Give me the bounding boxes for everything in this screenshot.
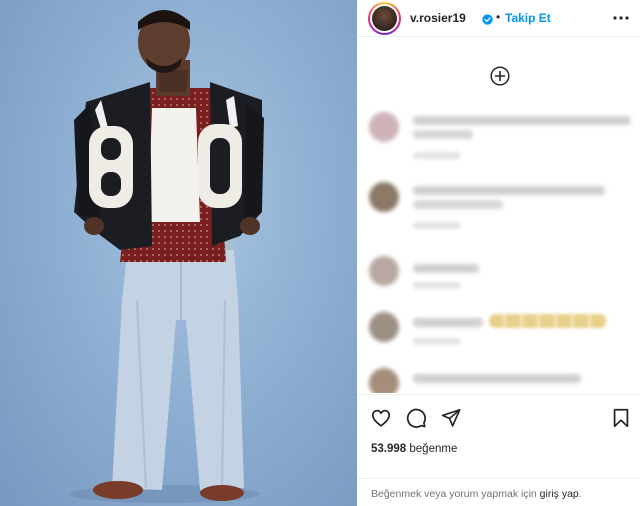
comment-item — [369, 368, 631, 393]
login-link[interactable]: giriş yap — [540, 488, 579, 500]
follow-button[interactable]: Takip Et — [505, 11, 551, 25]
bookmark-icon[interactable] — [610, 407, 632, 429]
emoji-row — [489, 314, 607, 328]
share-icon[interactable] — [440, 407, 462, 429]
login-prompt-text: Beğenmek veya yorum yapmak için — [371, 488, 537, 500]
comments-list — [357, 38, 640, 393]
separator-dot: • — [496, 10, 501, 24]
verified-badge-icon — [482, 12, 493, 25]
comment-item — [369, 182, 631, 232]
likes-count[interactable]: 53.998 beğenme — [371, 443, 457, 455]
post-photo[interactable] — [0, 0, 357, 506]
action-bar — [357, 394, 640, 434]
comment-item — [369, 312, 631, 362]
commenter-avatar[interactable] — [369, 182, 399, 212]
avatar-image — [372, 6, 397, 31]
commenter-avatar[interactable] — [369, 312, 399, 342]
comment-item — [369, 256, 631, 306]
comment-item — [369, 112, 631, 162]
username-link[interactable]: v.rosier19 — [410, 11, 466, 25]
post-header: v.rosier19 • Takip Et — [357, 0, 640, 37]
likes-label: beğenme — [409, 443, 458, 455]
login-prompt: Beğenmek veya yorum yapmak için giriş ya… — [357, 478, 640, 506]
avatar[interactable] — [368, 2, 401, 35]
comment-icon[interactable] — [405, 407, 427, 429]
commenter-avatar[interactable] — [369, 368, 399, 393]
commenter-avatar[interactable] — [369, 256, 399, 286]
login-prompt-suffix: . — [578, 488, 582, 500]
post-side-panel: v.rosier19 • Takip Et 53.998 beğenme Beğ… — [357, 0, 640, 506]
commenter-avatar[interactable] — [369, 112, 399, 142]
likes-number: 53.998 — [371, 443, 407, 455]
heart-icon[interactable] — [370, 407, 392, 429]
post-photo-illustration — [70, 10, 264, 503]
add-comment-icon[interactable] — [490, 66, 510, 86]
more-options-icon[interactable] — [611, 9, 631, 27]
